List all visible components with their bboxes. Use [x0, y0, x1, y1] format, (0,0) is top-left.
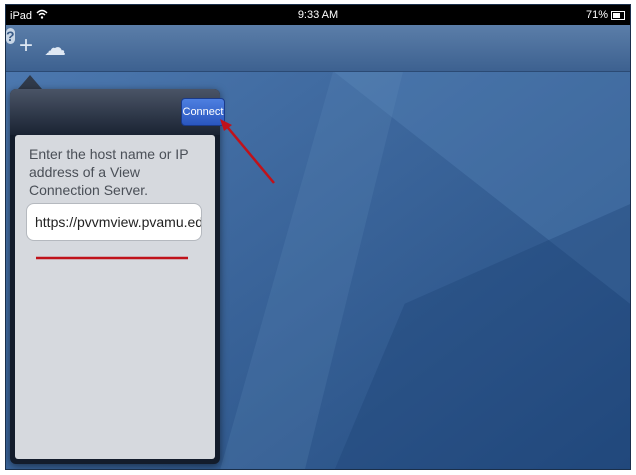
- popover-arrow: [18, 75, 42, 89]
- popover-header: Connect: [10, 89, 225, 135]
- annotation-arrow-icon: [220, 119, 275, 184]
- annotation-underline: [36, 256, 188, 260]
- popover-body: Enter the host name or IP address of a V…: [15, 135, 215, 459]
- clock: 9:33 AM: [297, 9, 339, 21]
- server-host-input[interactable]: [26, 203, 202, 241]
- battery-percent: 71%: [585, 9, 608, 21]
- battery-icon: [611, 10, 625, 20]
- instruction-text: Enter the host name or IP address of a V…: [29, 146, 189, 198]
- plus-icon[interactable]: +: [19, 34, 33, 58]
- top-toolbar: + ☁ ?: [6, 25, 630, 72]
- status-bar: iPad 9:33 AM 71%: [6, 5, 630, 25]
- add-server-popover: Connect Enter the host name or IP addres…: [10, 89, 225, 464]
- help-icon[interactable]: ?: [6, 28, 15, 44]
- cloud-icon[interactable]: ☁: [44, 37, 66, 59]
- ipad-screen: iPad 9:33 AM 71% + ☁ ? Connect Enter the…: [5, 4, 631, 470]
